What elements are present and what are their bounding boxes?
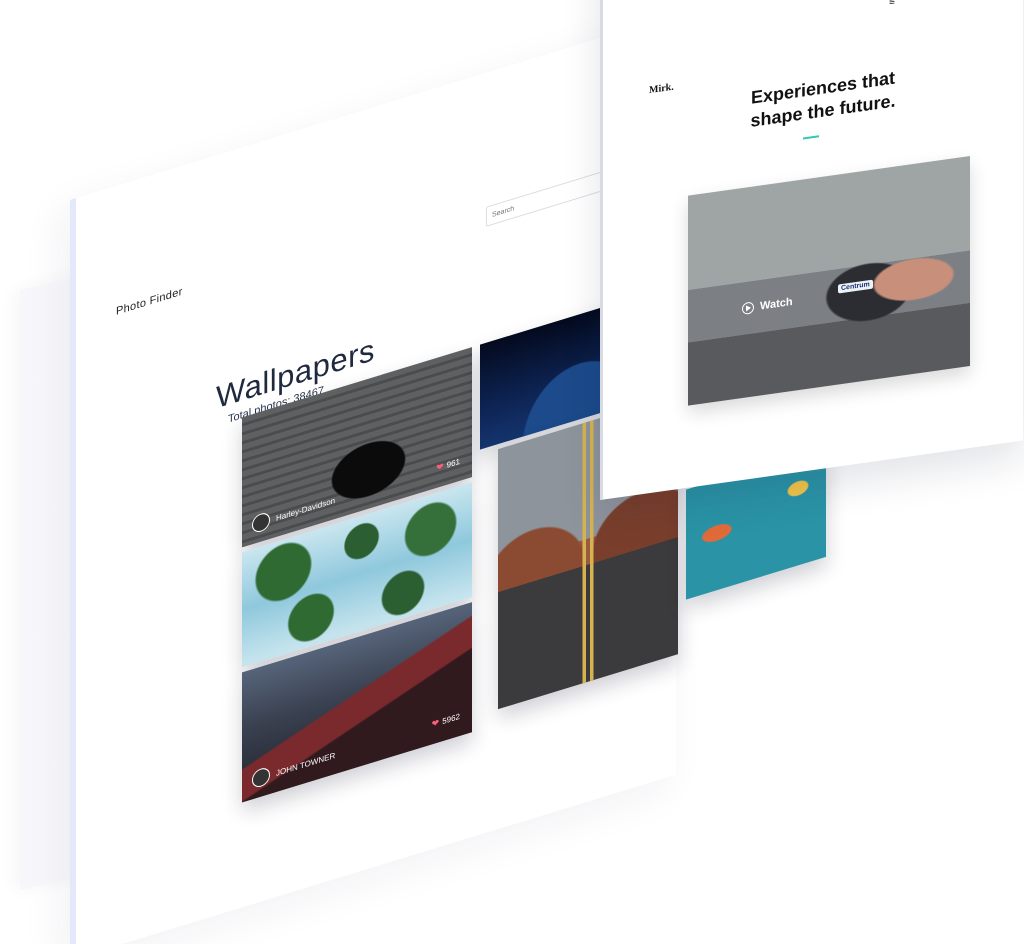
watch-button[interactable]: Watch [742, 295, 793, 316]
accent-underline [803, 135, 819, 140]
avatar[interactable] [252, 765, 270, 790]
mirk-logo[interactable]: Mirk. [649, 82, 674, 96]
heart-icon[interactable]: ❤ [436, 461, 444, 474]
like-number: 961 [446, 456, 460, 470]
photo-author[interactable]: JOHN TOWNER [276, 751, 335, 778]
hero-headline: Experiences that shape the future. [750, 67, 896, 131]
mockup-stage: Photo Finder Wallpapers Total photos: 38… [0, 0, 1024, 944]
photo-author[interactable]: Harley-Davidson [276, 496, 335, 523]
hamburger-icon[interactable]: ≡ [889, 0, 895, 8]
phone-screen-logo: Centrum [838, 279, 873, 294]
avatar[interactable] [252, 510, 270, 535]
like-count[interactable]: ❤ 5962 [432, 711, 460, 731]
like-count[interactable]: ❤ 961 [436, 456, 460, 474]
play-icon [742, 301, 754, 316]
mirk-page: Mirk. ≡ Experiences that shape the futur… [600, 0, 1023, 501]
watch-label: Watch [760, 295, 793, 313]
heart-icon[interactable]: ❤ [432, 717, 440, 730]
hero-video[interactable]: Watch Centrum [688, 155, 970, 406]
like-number: 5962 [442, 711, 460, 727]
